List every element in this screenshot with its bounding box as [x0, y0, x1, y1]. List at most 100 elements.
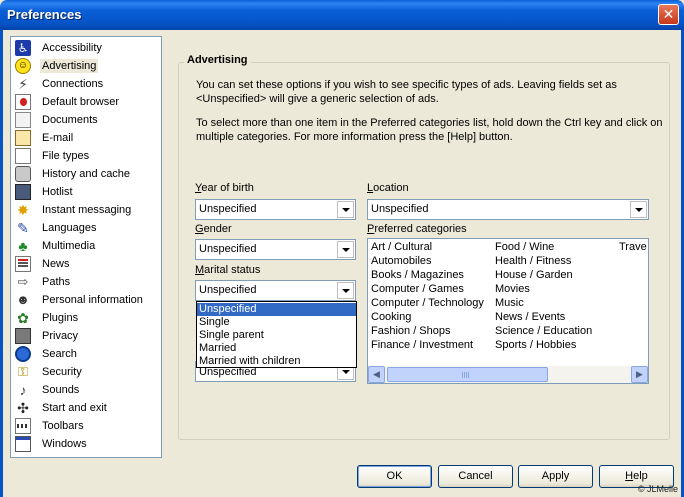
marital-status-option[interactable]: Single — [197, 316, 356, 329]
sidebar-item-personal-information[interactable]: ☻ Personal information — [15, 291, 161, 309]
sidebar-item-news[interactable]: News — [15, 255, 161, 273]
sidebar-item-label: Search — [42, 348, 77, 360]
sidebar-item-history-and-cache[interactable]: History and cache — [15, 165, 161, 183]
windows-icon — [15, 436, 31, 452]
marital-status-dropdown[interactable]: Unspecified Single Single parent Married Mar… — [196, 301, 357, 368]
history-icon — [15, 166, 31, 182]
marital-status-label: Marital status — [195, 264, 261, 276]
chevron-down-icon[interactable] — [630, 201, 647, 218]
sidebar-item-security[interactable]: ⚿ Security — [15, 363, 161, 381]
location-select[interactable]: Unspecified — [367, 199, 649, 220]
smiley-icon: ☺ — [15, 58, 31, 74]
apply-button[interactable]: Apply — [518, 465, 593, 488]
sidebar-item-default-browser[interactable]: Default browser — [15, 93, 161, 111]
category-list-item[interactable]: Music — [495, 297, 524, 310]
sidebar-item-label: Privacy — [42, 330, 79, 342]
gender-value: Unspecified — [199, 243, 257, 255]
category-list-item[interactable]: Cooking — [371, 311, 411, 324]
sidebar-item-search[interactable]: Search — [15, 345, 161, 363]
year-of-birth-select[interactable]: Unspecified — [195, 199, 356, 220]
accessibility-icon: ♿ — [15, 40, 31, 56]
gender-label: Gender — [195, 223, 232, 235]
marital-status-option[interactable]: Single parent — [197, 329, 356, 342]
sidebar-item-label: History and cache — [42, 168, 131, 180]
close-icon[interactable]: ✕ — [658, 4, 679, 25]
category-list-item[interactable]: Computer / Technology — [371, 297, 484, 310]
category-list-item[interactable]: Science / Education — [495, 325, 592, 338]
sidebar-item-label: Documents — [42, 114, 98, 126]
documents-icon — [15, 112, 31, 128]
sidebar-item-connections[interactable]: ⚡ Connections — [15, 75, 161, 93]
sidebar-item-sounds[interactable]: ♪ Sounds — [15, 381, 161, 399]
ok-button[interactable]: OK — [357, 465, 432, 488]
sidebar-item-label: Security — [42, 366, 82, 378]
category-list-item[interactable]: Books / Magazines — [371, 269, 464, 282]
category-list-item[interactable]: Sports / Hobbies — [495, 339, 576, 352]
sidebar-item-label: Multimedia — [42, 240, 96, 252]
category-list-item[interactable]: House / Garden — [495, 269, 573, 282]
sidebar-item-toolbars[interactable]: Toolbars — [15, 417, 161, 435]
sidebar-item-accessibility[interactable]: ♿ Accessibility — [15, 39, 161, 57]
marital-status-value: Unspecified — [199, 284, 257, 296]
sidebar-item-label: E-mail — [42, 132, 74, 144]
sidebar-item-e-mail[interactable]: E-mail — [15, 129, 161, 147]
category-list-item[interactable]: Trave — [619, 241, 647, 254]
plug-icon: ⚡ — [18, 76, 28, 92]
sidebar-item-label: Default browser — [42, 96, 120, 108]
category-list-item[interactable]: Automobiles — [371, 255, 432, 268]
scroll-thumb[interactable] — [387, 367, 548, 382]
sidebar-item-instant-messaging[interactable]: ✸ Instant messaging — [15, 201, 161, 219]
sounds-icon: ♪ — [19, 382, 27, 398]
marital-status-option[interactable]: Unspecified — [197, 303, 356, 316]
horizontal-scrollbar[interactable]: ◀ ▶ — [368, 366, 648, 383]
sidebar-item-label: Windows — [42, 438, 87, 450]
marital-status-option[interactable]: Married with children — [197, 355, 356, 368]
sidebar-item-documents[interactable]: Documents — [15, 111, 161, 129]
scroll-right-icon[interactable]: ▶ — [631, 366, 648, 383]
scroll-left-icon[interactable]: ◀ — [368, 366, 385, 383]
copyright-text: © JLMelle — [637, 484, 678, 494]
multimedia-icon: ♣ — [18, 238, 28, 254]
sidebar-item-hotlist[interactable]: Hotlist — [15, 183, 161, 201]
category-list-item[interactable]: Fashion / Shops — [371, 325, 451, 338]
marital-status-option[interactable]: Married — [197, 342, 356, 355]
sidebar-item-label: Personal information — [42, 294, 143, 306]
sidebar-item-label: Instant messaging — [42, 204, 132, 216]
location-label: Location — [367, 182, 409, 194]
sidebar-item-label: Connections — [42, 78, 104, 90]
chevron-down-icon[interactable] — [337, 282, 354, 299]
title-bar[interactable]: Preferences ✕ — [0, 0, 684, 30]
sidebar-item-plugins[interactable]: ✿ Plugins — [15, 309, 161, 327]
preferred-categories-list[interactable]: Trave Sports / Hobbies Science / Education… — [367, 238, 649, 384]
chevron-down-icon[interactable] — [337, 201, 354, 218]
browser-icon — [15, 94, 31, 110]
hint-text: To select more than one item in the Pref… — [196, 117, 663, 143]
group-title: Advertising — [184, 54, 251, 66]
sidebar-item-privacy[interactable]: Privacy — [15, 327, 161, 345]
sidebar-item-windows[interactable]: Windows — [15, 435, 161, 453]
sidebar-item-multimedia[interactable]: ♣ Multimedia — [15, 237, 161, 255]
sidebar-item-paths[interactable]: ⇨ Paths — [15, 273, 161, 291]
sidebar-item-label: News — [42, 258, 70, 270]
chevron-down-icon[interactable] — [337, 241, 354, 258]
cancel-button[interactable]: Cancel — [438, 465, 513, 488]
marital-status-select[interactable]: Unspecified — [195, 280, 356, 301]
privacy-icon — [15, 328, 31, 344]
category-list-item[interactable]: News / Events — [495, 311, 565, 324]
sidebar-item-file-types[interactable]: File types — [15, 147, 161, 165]
category-list-item[interactable]: Health / Fitness — [495, 255, 571, 268]
hotlist-icon — [15, 184, 31, 200]
sidebar-item-languages[interactable]: ✎ Languages — [15, 219, 161, 237]
languages-icon: ✎ — [17, 220, 29, 236]
sidebar-item-advertising[interactable]: ☺ Advertising — [15, 57, 161, 75]
sidebar-item-label: Hotlist — [42, 186, 73, 198]
category-list-item[interactable]: Computer / Games — [371, 283, 464, 296]
sidebar-item-start-and-exit[interactable]: ✣ Start and exit — [15, 399, 161, 417]
category-list[interactable]: ♿ Accessibility ☺ Advertising ⚡ Connections De… — [10, 36, 162, 458]
category-list-item[interactable]: Movies — [495, 283, 530, 296]
gender-select[interactable]: Unspecified — [195, 239, 356, 260]
category-list-item[interactable]: Art / Cultural — [371, 241, 432, 254]
category-list-item[interactable]: Food / Wine — [495, 241, 554, 254]
sidebar-item-label: Paths — [42, 276, 71, 288]
category-list-item[interactable]: Finance / Investment — [371, 339, 473, 352]
